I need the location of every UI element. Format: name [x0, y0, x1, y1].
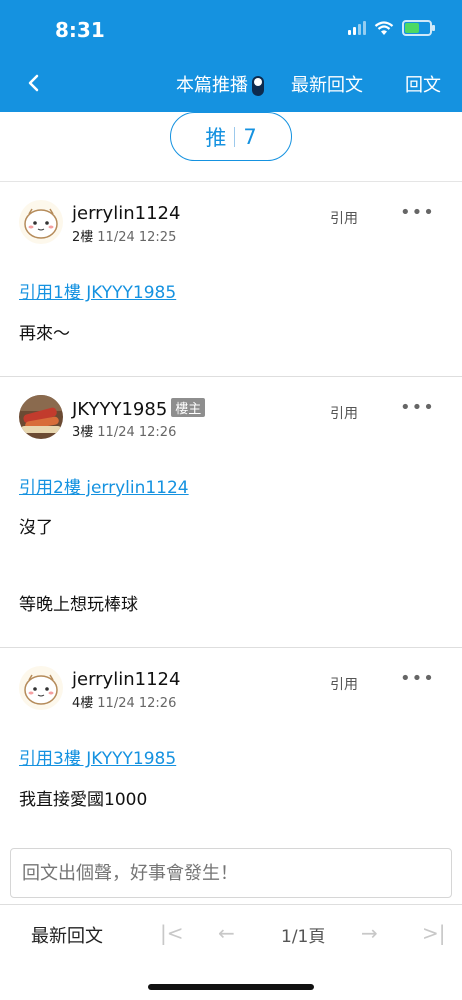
back-button[interactable]: [22, 66, 46, 100]
live-push-label: 本篇推播: [176, 75, 248, 96]
username[interactable]: JKYYY1985 樓主: [72, 398, 206, 420]
post-meta: 3樓 11/24 12:26: [72, 421, 176, 440]
quote-button[interactable]: 引用: [330, 208, 358, 228]
reply-post: jerrylin1124 2樓 11/24 12:25 引用 ••• 引用1樓 J…: [0, 182, 462, 377]
more-icon[interactable]: •••: [400, 668, 435, 689]
post-text: 我直接愛國1000: [19, 790, 148, 810]
avatar[interactable]: [19, 200, 63, 244]
next-page-icon[interactable]: →: [361, 921, 378, 945]
quote-button[interactable]: 引用: [330, 403, 358, 423]
home-indicator: [148, 984, 314, 990]
username[interactable]: jerrylin1124: [72, 669, 180, 690]
post-text: 再來～: [19, 324, 70, 344]
page-indicator[interactable]: 1/1頁: [281, 922, 325, 947]
reply-post: JKYYY1985 樓主 3樓 11/24 12:26 引用 ••• 引用2樓 je…: [0, 377, 462, 648]
wifi-icon: [374, 20, 394, 35]
avatar-image: [19, 200, 63, 244]
floor-number: 2樓: [72, 230, 94, 245]
last-page-icon[interactable]: >|: [422, 921, 446, 945]
latest-replies-button[interactable]: 最新回文: [291, 71, 363, 97]
avatar[interactable]: [19, 395, 63, 439]
status-time: 8:31: [55, 18, 105, 42]
reply-button[interactable]: 回文: [405, 71, 441, 97]
first-page-icon[interactable]: |<: [160, 921, 184, 945]
username[interactable]: jerrylin1124: [72, 203, 180, 224]
push-count: 7: [243, 124, 257, 149]
post-text: 等晚上想玩棒球: [19, 595, 138, 615]
app-header: 8:31 本篇推播 最新回文 回文: [0, 0, 462, 112]
floor-number: 4樓: [72, 696, 94, 711]
more-icon[interactable]: •••: [400, 397, 435, 418]
push-area: 推 7: [0, 112, 462, 182]
reply-bar: [0, 843, 462, 905]
prev-page-icon[interactable]: ←: [218, 921, 235, 945]
push-button[interactable]: 推 7: [170, 112, 292, 161]
footer-nav: 最新回文 |< ← 1/1頁 → >|: [0, 905, 462, 1000]
divider: [234, 126, 236, 147]
toggle-icon: [252, 76, 264, 96]
post-text: 沒了: [19, 518, 53, 538]
battery-icon: [402, 20, 435, 36]
live-push-toggle[interactable]: 本篇推播: [176, 71, 264, 97]
post-meta: 2樓 11/24 12:25: [72, 226, 176, 245]
username-text: JKYYY1985: [72, 399, 168, 420]
status-icons: [348, 20, 435, 36]
quote-button[interactable]: 引用: [330, 674, 358, 694]
quote-link[interactable]: 引用2樓 jerrylin1124: [19, 473, 189, 498]
owner-badge: 樓主: [171, 398, 206, 417]
avatar[interactable]: [19, 666, 63, 710]
post-time: 11/24 12:26: [97, 696, 177, 711]
post-meta: 4樓 11/24 12:26: [72, 692, 176, 711]
quote-link[interactable]: 引用1樓 JKYYY1985: [19, 278, 176, 303]
floor-number: 3樓: [72, 425, 94, 440]
post-time: 11/24 12:25: [97, 230, 177, 245]
reply-post: jerrylin1124 4樓 11/24 12:26 引用 ••• 引用3樓 J…: [0, 648, 462, 843]
push-label: 推: [205, 125, 227, 150]
more-icon[interactable]: •••: [400, 202, 435, 223]
avatar-image: [19, 666, 63, 710]
quote-link[interactable]: 引用3樓 JKYYY1985: [19, 744, 176, 769]
avatar-image: [19, 395, 63, 439]
reply-input[interactable]: [10, 848, 452, 898]
signal-icon: [348, 21, 366, 35]
post-time: 11/24 12:26: [97, 425, 177, 440]
latest-replies-link[interactable]: 最新回文: [31, 922, 103, 948]
